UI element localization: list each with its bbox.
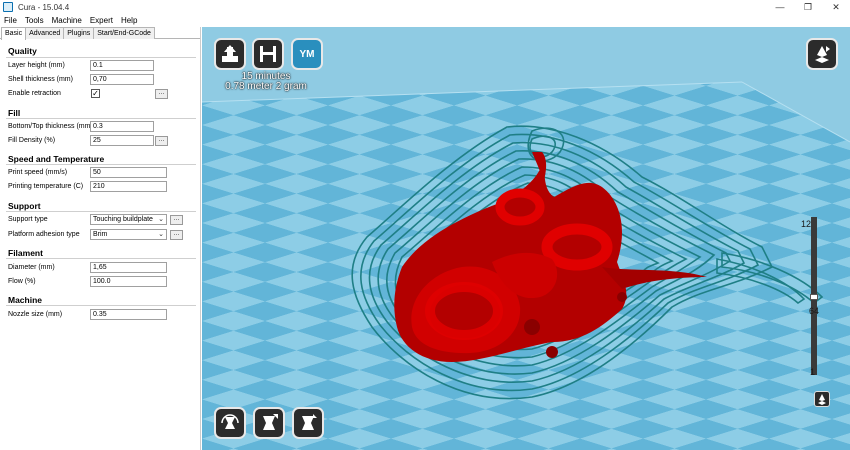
- layers-view-icon: [815, 46, 830, 63]
- print-speed-label: Print speed (mm/s): [8, 169, 68, 176]
- nozzle-size-field[interactable]: 0.35: [90, 309, 167, 320]
- youmagine-button[interactable]: YM: [291, 38, 323, 70]
- fill-density-field[interactable]: 25: [90, 135, 154, 146]
- rotate-icon: [221, 414, 239, 429]
- scale-button[interactable]: [253, 407, 285, 439]
- diameter-field[interactable]: 1,65: [90, 262, 167, 273]
- fill-options-button[interactable]: ...: [155, 136, 168, 146]
- menu-help[interactable]: Help: [117, 16, 141, 25]
- support-type-label: Support type: [8, 216, 48, 223]
- platform-adhesion-select[interactable]: Brim ⌄: [90, 229, 167, 240]
- section-divider: [6, 305, 196, 306]
- tab-start-end-gcode[interactable]: Start/End-GCode: [93, 27, 155, 39]
- section-title-quality: Quality: [8, 46, 37, 56]
- layers-icon: [818, 394, 826, 405]
- section-divider: [6, 118, 196, 119]
- support-type-value: Touching buildplate: [93, 216, 153, 223]
- view-mode-button[interactable]: [806, 38, 838, 70]
- tab-basic[interactable]: Basic: [1, 27, 27, 40]
- flow-field[interactable]: 100.0: [90, 276, 167, 287]
- menu-file[interactable]: File: [0, 16, 21, 25]
- layer-height-label: Layer height (mm): [8, 62, 65, 69]
- section-divider: [6, 211, 196, 212]
- load-model-button[interactable]: [214, 38, 246, 70]
- fill-density-label: Fill Density (%): [8, 137, 56, 144]
- tab-plugins[interactable]: Plugins: [63, 27, 95, 39]
- shell-thickness-field[interactable]: 0,70: [90, 74, 154, 85]
- youmagine-icon: YM: [299, 48, 315, 60]
- minimize-button[interactable]: —: [766, 0, 794, 14]
- section-title-filament: Filament: [8, 248, 43, 258]
- printing-temperature-label: Printing temperature (C): [8, 183, 84, 190]
- restore-button[interactable]: ❐: [794, 0, 822, 14]
- window-title: Cura - 15.04.4: [18, 2, 70, 12]
- shell-thickness-label: Shell thickness (mm): [8, 76, 73, 83]
- support-type-select[interactable]: Touching buildplate ⌄: [90, 214, 167, 225]
- retraction-options-button[interactable]: ...: [155, 89, 168, 99]
- print-speed-field[interactable]: 50: [90, 167, 167, 178]
- menu-tools[interactable]: Tools: [21, 16, 48, 25]
- print-material: 0.78 meter 2 gram: [225, 81, 307, 92]
- section-title-machine: Machine: [8, 295, 43, 305]
- printing-temperature-field[interactable]: 210: [90, 181, 167, 192]
- settings-tabs: Basic Advanced Plugins Start/End-GCode: [0, 27, 200, 40]
- settings-sidebar: Basic Advanced Plugins Start/End-GCode Q…: [0, 27, 201, 450]
- mirror-icon: [302, 414, 317, 430]
- platform-adhesion-label: Platform adhesion type: [8, 231, 80, 238]
- rotate-button[interactable]: [214, 407, 246, 439]
- bottom-top-thickness-field[interactable]: 0.3: [90, 121, 154, 132]
- section-divider: [6, 164, 196, 165]
- window-controls: — ❐ ✕: [766, 0, 850, 14]
- diameter-label: Diameter (mm): [8, 264, 55, 271]
- bottom-top-thickness-label: Bottom/Top thickness (mm): [8, 123, 93, 130]
- layer-slider-handle[interactable]: [810, 294, 818, 300]
- 3d-viewport[interactable]: YM 15 minutes 0.78 meter 2 gram 127 64 1: [202, 27, 850, 450]
- save-icon: [260, 46, 276, 62]
- chevron-down-icon: ⌄: [158, 231, 164, 238]
- layer-current-label: 64: [808, 306, 819, 316]
- tab-advanced[interactable]: Advanced: [25, 27, 65, 39]
- chevron-down-icon: ⌄: [158, 216, 164, 223]
- layer-height-field[interactable]: 0.1: [90, 60, 154, 71]
- section-title-fill: Fill: [8, 108, 21, 118]
- support-options-button[interactable]: ...: [170, 215, 183, 225]
- platform-adhesion-value: Brim: [93, 231, 108, 238]
- section-title-speed: Speed and Temperature: [8, 154, 105, 164]
- nozzle-size-label: Nozzle size (mm): [8, 311, 63, 318]
- adhesion-options-button[interactable]: ...: [170, 230, 183, 240]
- layer-min-label: 1: [809, 367, 815, 377]
- enable-retraction-checkbox[interactable]: ✓: [91, 89, 100, 98]
- close-button[interactable]: ✕: [822, 0, 850, 14]
- section-divider: [6, 57, 196, 58]
- menu-machine[interactable]: Machine: [48, 16, 86, 25]
- load-model-icon: [222, 45, 238, 62]
- cura-app-icon: [3, 2, 13, 12]
- menu-bar: File Tools Machine Expert Help: [0, 14, 850, 26]
- section-divider: [6, 258, 196, 259]
- menu-expert[interactable]: Expert: [86, 16, 117, 25]
- title-bar: Cura - 15.04.4 — ❐ ✕: [0, 0, 850, 14]
- scale-icon: [263, 414, 278, 430]
- flow-label: Flow (%): [8, 278, 36, 285]
- mirror-button[interactable]: [292, 407, 324, 439]
- print-estimate: 15 minutes 0.78 meter 2 gram: [216, 72, 316, 92]
- enable-retraction-label: Enable retraction: [8, 90, 61, 97]
- save-gcode-button[interactable]: [252, 38, 284, 70]
- section-title-support: Support: [8, 201, 41, 211]
- layer-view-toggle-button[interactable]: [814, 391, 830, 407]
